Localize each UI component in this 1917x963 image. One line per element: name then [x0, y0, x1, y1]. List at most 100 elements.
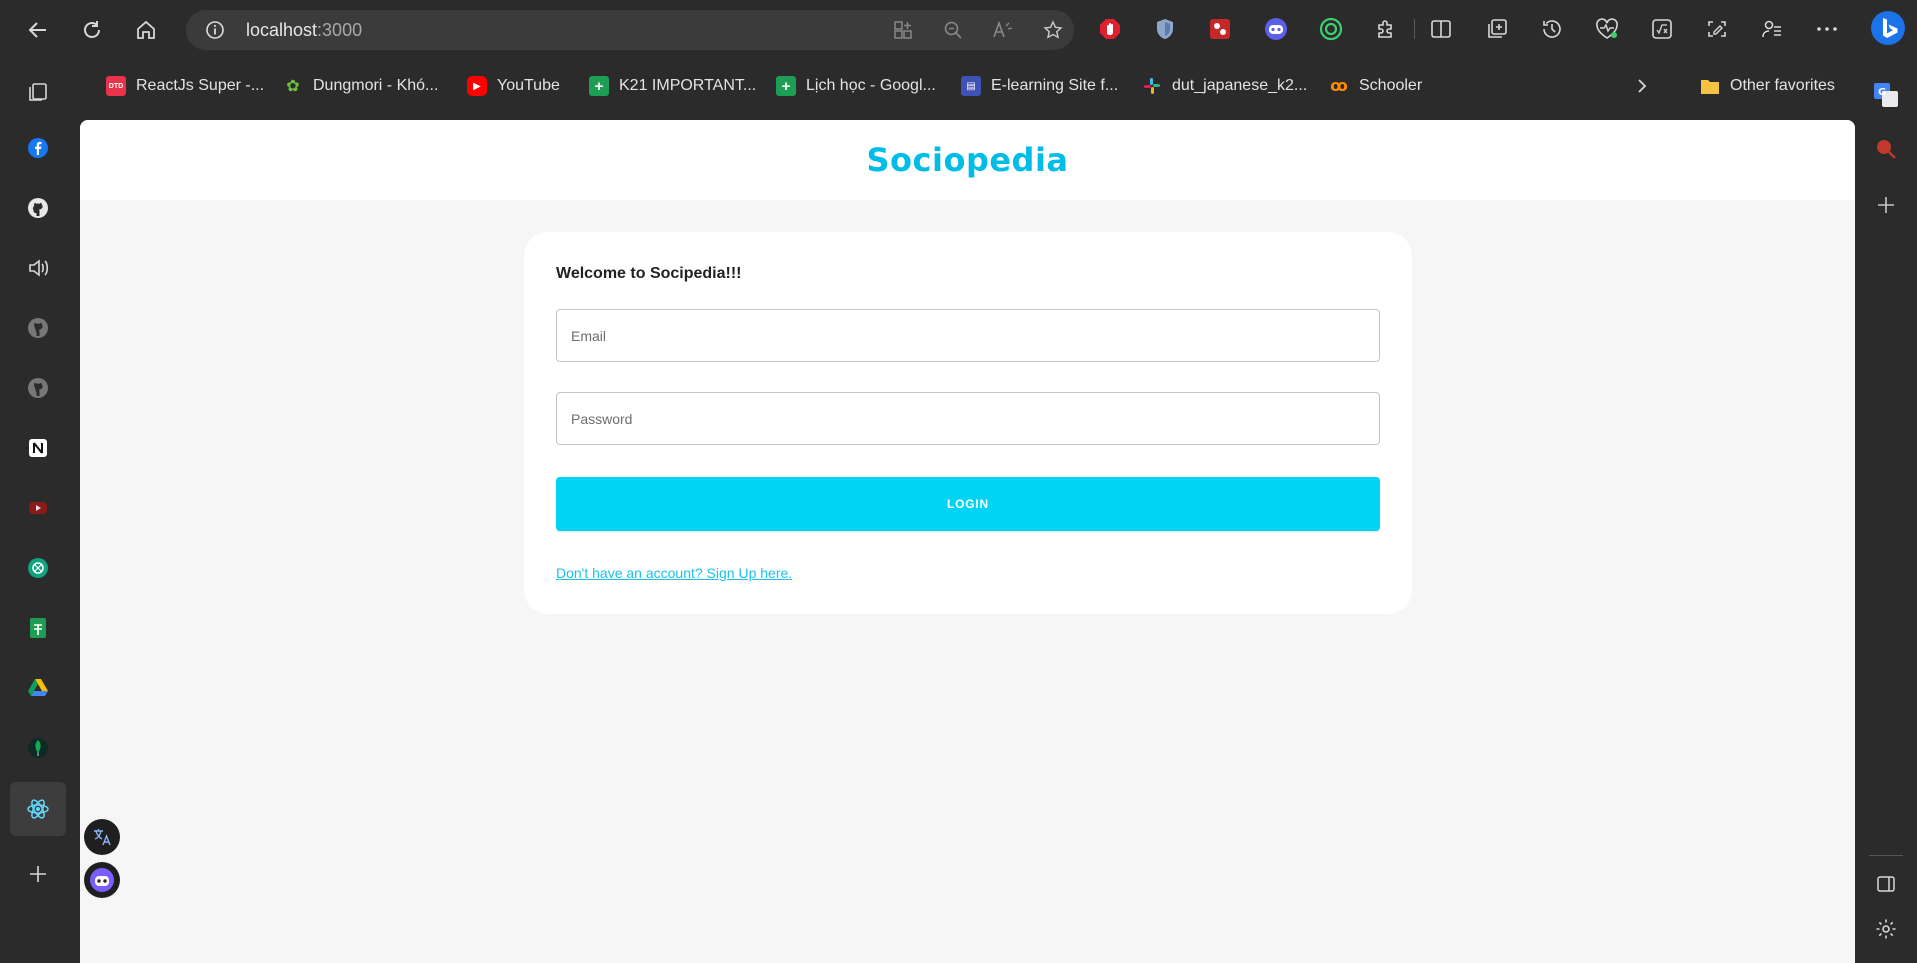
folder-icon: [1700, 76, 1720, 96]
url-port: :3000: [317, 20, 363, 40]
back-arrow-icon: [28, 22, 46, 38]
favorite-item[interactable]: ▤ E-learning Site f...: [961, 68, 1118, 104]
slack-icon: [1142, 76, 1162, 96]
favorite-item[interactable]: dut_japanese_k2...: [1142, 68, 1307, 104]
favorite-label: E-learning Site f...: [991, 77, 1119, 94]
favorites-bar: DTD ReactJs Super -... ✿ Dungmori - Khó.…: [80, 68, 1837, 104]
favorite-item[interactable]: DTD ReactJs Super -...: [106, 68, 264, 104]
favorite-label: YouTube: [497, 77, 560, 94]
favorite-label: K21 IMPORTANT...: [619, 77, 757, 94]
left-sidebar: [0, 68, 80, 963]
home-icon: [137, 20, 155, 39]
collections-icon[interactable]: [1483, 15, 1511, 43]
assistant-bubble-icon[interactable]: [84, 862, 120, 898]
dictionary-search-icon[interactable]: [1871, 134, 1901, 164]
read-aloud-icon[interactable]: [992, 19, 1014, 41]
other-favorites-folder[interactable]: Other favorites: [1700, 68, 1835, 104]
browser-essentials-icon[interactable]: [1593, 15, 1621, 43]
elearning-icon: ▤: [961, 76, 981, 96]
brand-logo[interactable]: Sociopedia: [866, 141, 1068, 179]
google-drive-icon[interactable]: [18, 668, 58, 708]
adblock-extension-icon[interactable]: [1096, 15, 1124, 43]
favorite-label: ReactJs Super -...: [136, 77, 265, 94]
sheets-icon[interactable]: [18, 608, 58, 648]
youtube-icon: ▶: [467, 76, 487, 96]
profile-sync-icon[interactable]: [1758, 15, 1786, 43]
browser-toolbar: localhost:3000: [0, 0, 1917, 58]
google-translate-icon[interactable]: G: [1871, 80, 1901, 110]
hide-sidebar-icon[interactable]: [1871, 869, 1901, 899]
toolbar-divider: [1414, 19, 1415, 39]
page-viewport: Sociopedia Welcome to Socipedia!!! LOGIN…: [80, 120, 1855, 963]
login-button[interactable]: LOGIN: [556, 477, 1380, 531]
chatgpt-icon[interactable]: [18, 548, 58, 588]
home-button[interactable]: [128, 12, 164, 48]
favorite-star-icon[interactable]: [1042, 19, 1064, 41]
favorite-label: Schooler: [1359, 77, 1423, 94]
email-input[interactable]: [557, 310, 1379, 361]
zoom-out-icon[interactable]: [942, 19, 964, 41]
favorites-overflow-button[interactable]: [1635, 68, 1649, 104]
url-host: localhost: [246, 20, 318, 40]
app-navbar: Sociopedia: [80, 120, 1855, 200]
youtube-icon[interactable]: [18, 488, 58, 528]
dungmori-icon: ✿: [286, 78, 300, 95]
speaker-icon[interactable]: [18, 248, 58, 288]
email-field[interactable]: [556, 309, 1380, 362]
math-solver-icon[interactable]: [1648, 15, 1676, 43]
svg-text:G: G: [1878, 87, 1886, 98]
sidebar-divider: [1869, 855, 1903, 856]
bing-copilot-icon[interactable]: [1870, 10, 1906, 46]
refresh-icon: [84, 21, 100, 38]
web-capture-icon[interactable]: [1703, 15, 1731, 43]
github-icon[interactable]: [18, 368, 58, 408]
shield-extension-icon[interactable]: [1151, 15, 1179, 43]
schooler-icon: ꝏ: [1330, 78, 1348, 95]
history-icon[interactable]: [1538, 15, 1566, 43]
signup-link[interactable]: Don't have an account? Sign Up here.: [556, 565, 792, 581]
notion-icon[interactable]: [18, 428, 58, 468]
facebook-icon[interactable]: [18, 128, 58, 168]
split-screen-icon[interactable]: [1427, 15, 1455, 43]
favorite-item[interactable]: ꝏ Schooler: [1329, 68, 1422, 104]
github-icon[interactable]: [18, 308, 58, 348]
dtd-icon: DTD: [106, 76, 126, 96]
sheets-icon: +: [776, 76, 796, 96]
add-sidebar-app-button[interactable]: [18, 854, 58, 894]
welcome-heading: Welcome to Socipedia!!!: [556, 265, 742, 282]
url-text[interactable]: localhost:3000: [246, 20, 362, 41]
refresh-button[interactable]: [74, 12, 110, 48]
favorite-label: Other favorites: [1730, 77, 1835, 94]
address-bar[interactable]: localhost:3000: [186, 10, 1074, 50]
favorite-item[interactable]: ▶ YouTube: [467, 68, 560, 104]
mongodb-icon[interactable]: [18, 728, 58, 768]
discord-like-extension-icon[interactable]: [1262, 15, 1290, 43]
translate-bubble-icon[interactable]: [84, 819, 120, 855]
login-card: Welcome to Socipedia!!! LOGIN Don't have…: [524, 232, 1412, 614]
chevron-right-icon: [1638, 79, 1647, 93]
extensions-puzzle-icon[interactable]: [1372, 15, 1400, 43]
favorite-item[interactable]: + Lịch học - Googl...: [776, 68, 936, 104]
favorite-label: Lịch học - Googl...: [806, 77, 936, 94]
right-sidebar: G: [1855, 68, 1917, 963]
app-available-icon[interactable]: [892, 19, 914, 41]
react-app-tab[interactable]: [10, 782, 66, 836]
sheets-icon: +: [589, 76, 609, 96]
add-right-sidebar-button[interactable]: [1871, 190, 1901, 220]
site-info-icon[interactable]: [204, 19, 226, 41]
plus-icon: [30, 866, 46, 882]
target-extension-icon[interactable]: [1317, 15, 1345, 43]
sidebar-settings-gear-icon[interactable]: [1871, 914, 1901, 944]
favorite-label: dut_japanese_k2...: [1172, 77, 1308, 94]
password-field[interactable]: [556, 392, 1380, 445]
github-icon[interactable]: [18, 188, 58, 228]
more-options-icon[interactable]: [1813, 15, 1841, 43]
tab-actions-icon[interactable]: [18, 72, 58, 112]
favorite-label: Dungmori - Khó...: [313, 77, 439, 94]
react-icon: [27, 799, 49, 819]
back-button[interactable]: [20, 12, 56, 48]
puzzle-red-extension-icon[interactable]: [1206, 15, 1234, 43]
password-input[interactable]: [557, 393, 1379, 444]
favorite-item[interactable]: ✿ Dungmori - Khó...: [283, 68, 438, 104]
favorite-item[interactable]: + K21 IMPORTANT...: [589, 68, 756, 104]
